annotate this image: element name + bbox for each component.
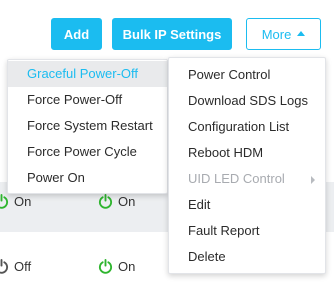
power-on-icon (98, 194, 113, 209)
menu-item-uid-led-control-label: UID LED Control (188, 171, 285, 186)
menu-item-edit[interactable]: Edit (169, 192, 325, 218)
chevron-right-icon (311, 176, 315, 184)
power-control-submenu: Graceful Power-Off Force Power-Off Force… (7, 59, 168, 194)
more-button-label: More (261, 26, 292, 42)
power-status-cell: On (98, 194, 135, 209)
add-button[interactable]: Add (51, 18, 102, 50)
menu-item-power-control[interactable]: Power Control (169, 62, 325, 88)
power-status-text: On (118, 259, 136, 274)
power-status-text: Off (14, 259, 32, 274)
menu-item-delete[interactable]: Delete (169, 244, 325, 270)
menu-item-power-on[interactable]: Power On (8, 165, 167, 191)
power-status-cell: Off (0, 259, 31, 274)
power-off-icon (0, 259, 9, 274)
menu-item-reboot-hdm[interactable]: Reboot HDM (169, 140, 325, 166)
menu-item-download-sds-logs[interactable]: Download SDS Logs (169, 88, 325, 114)
menu-item-force-power-cycle[interactable]: Force Power Cycle (8, 139, 167, 165)
power-status-text: On (118, 194, 136, 209)
bulk-ip-settings-button[interactable]: Bulk IP Settings (112, 18, 232, 50)
more-dropdown-menu: Power Control Download SDS Logs Configur… (168, 57, 326, 274)
power-on-icon (0, 194, 9, 209)
power-status-cell: On (0, 194, 31, 209)
bulk-ip-settings-label: Bulk IP Settings (122, 26, 222, 42)
menu-item-graceful-power-off[interactable]: Graceful Power-Off (8, 61, 167, 87)
menu-item-force-system-restart[interactable]: Force System Restart (8, 113, 167, 139)
power-on-icon (98, 259, 113, 274)
menu-item-configuration-list[interactable]: Configuration List (169, 114, 325, 140)
more-button[interactable]: More (246, 18, 321, 50)
menu-item-uid-led-control: UID LED Control (169, 166, 325, 192)
caret-up-icon (297, 31, 306, 36)
power-status-cell: On (98, 259, 135, 274)
menu-item-force-power-off[interactable]: Force Power-Off (8, 87, 167, 113)
power-status-text: On (14, 194, 32, 209)
menu-item-fault-report[interactable]: Fault Report (169, 218, 325, 244)
add-button-label: Add (63, 26, 90, 42)
